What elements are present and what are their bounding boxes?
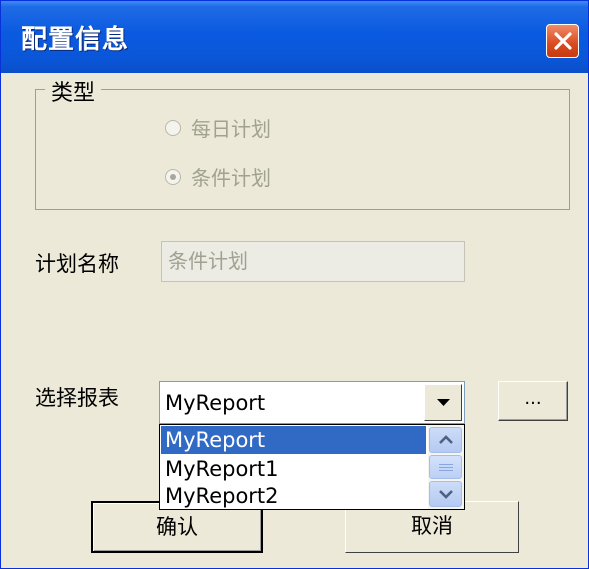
- dialog-window: 配置信息 类型 每日计划 条件计划 计划名称 条件计划 选择报表 MyRepor…: [0, 0, 589, 569]
- plan-name-label: 计划名称: [35, 252, 119, 276]
- combobox-dropdown-button[interactable]: [424, 384, 462, 421]
- dropdown-scrollbar[interactable]: [428, 425, 464, 509]
- scroll-up-button[interactable]: [429, 427, 462, 453]
- radio-condition-plan-label: 条件计划: [191, 166, 271, 190]
- browse-button[interactable]: ...: [498, 381, 568, 421]
- report-combobox[interactable]: MyReport: [159, 381, 465, 424]
- scroll-down-button[interactable]: [429, 481, 462, 507]
- window-title: 配置信息: [21, 25, 130, 55]
- dropdown-option[interactable]: MyReport1: [161, 455, 426, 483]
- select-report-label: 选择报表: [35, 386, 119, 410]
- radio-condition-plan[interactable]: 条件计划: [165, 162, 271, 191]
- title-bar[interactable]: 配置信息: [1, 1, 588, 73]
- close-button[interactable]: [546, 24, 579, 58]
- radio-circle-icon: [165, 119, 181, 136]
- chevron-down-icon: [439, 490, 453, 499]
- type-group-legend: 类型: [45, 75, 102, 107]
- radio-daily-plan-label: 每日计划: [191, 117, 271, 141]
- report-combobox-value: MyReport: [165, 391, 266, 415]
- radio-daily-plan[interactable]: 每日计划: [165, 113, 271, 142]
- close-icon: [554, 32, 572, 50]
- plan-name-field: 条件计划: [161, 241, 465, 282]
- chevron-down-icon: [437, 399, 450, 406]
- radio-checked-icon: [165, 168, 181, 185]
- scroll-thumb[interactable]: [429, 455, 462, 479]
- report-dropdown-list: MyReport MyReport1 MyReport2: [159, 424, 465, 510]
- dropdown-option[interactable]: MyReport: [161, 426, 426, 454]
- type-groupbox: [35, 89, 570, 210]
- dropdown-option[interactable]: MyReport2: [161, 482, 426, 509]
- chevron-up-icon: [439, 435, 453, 444]
